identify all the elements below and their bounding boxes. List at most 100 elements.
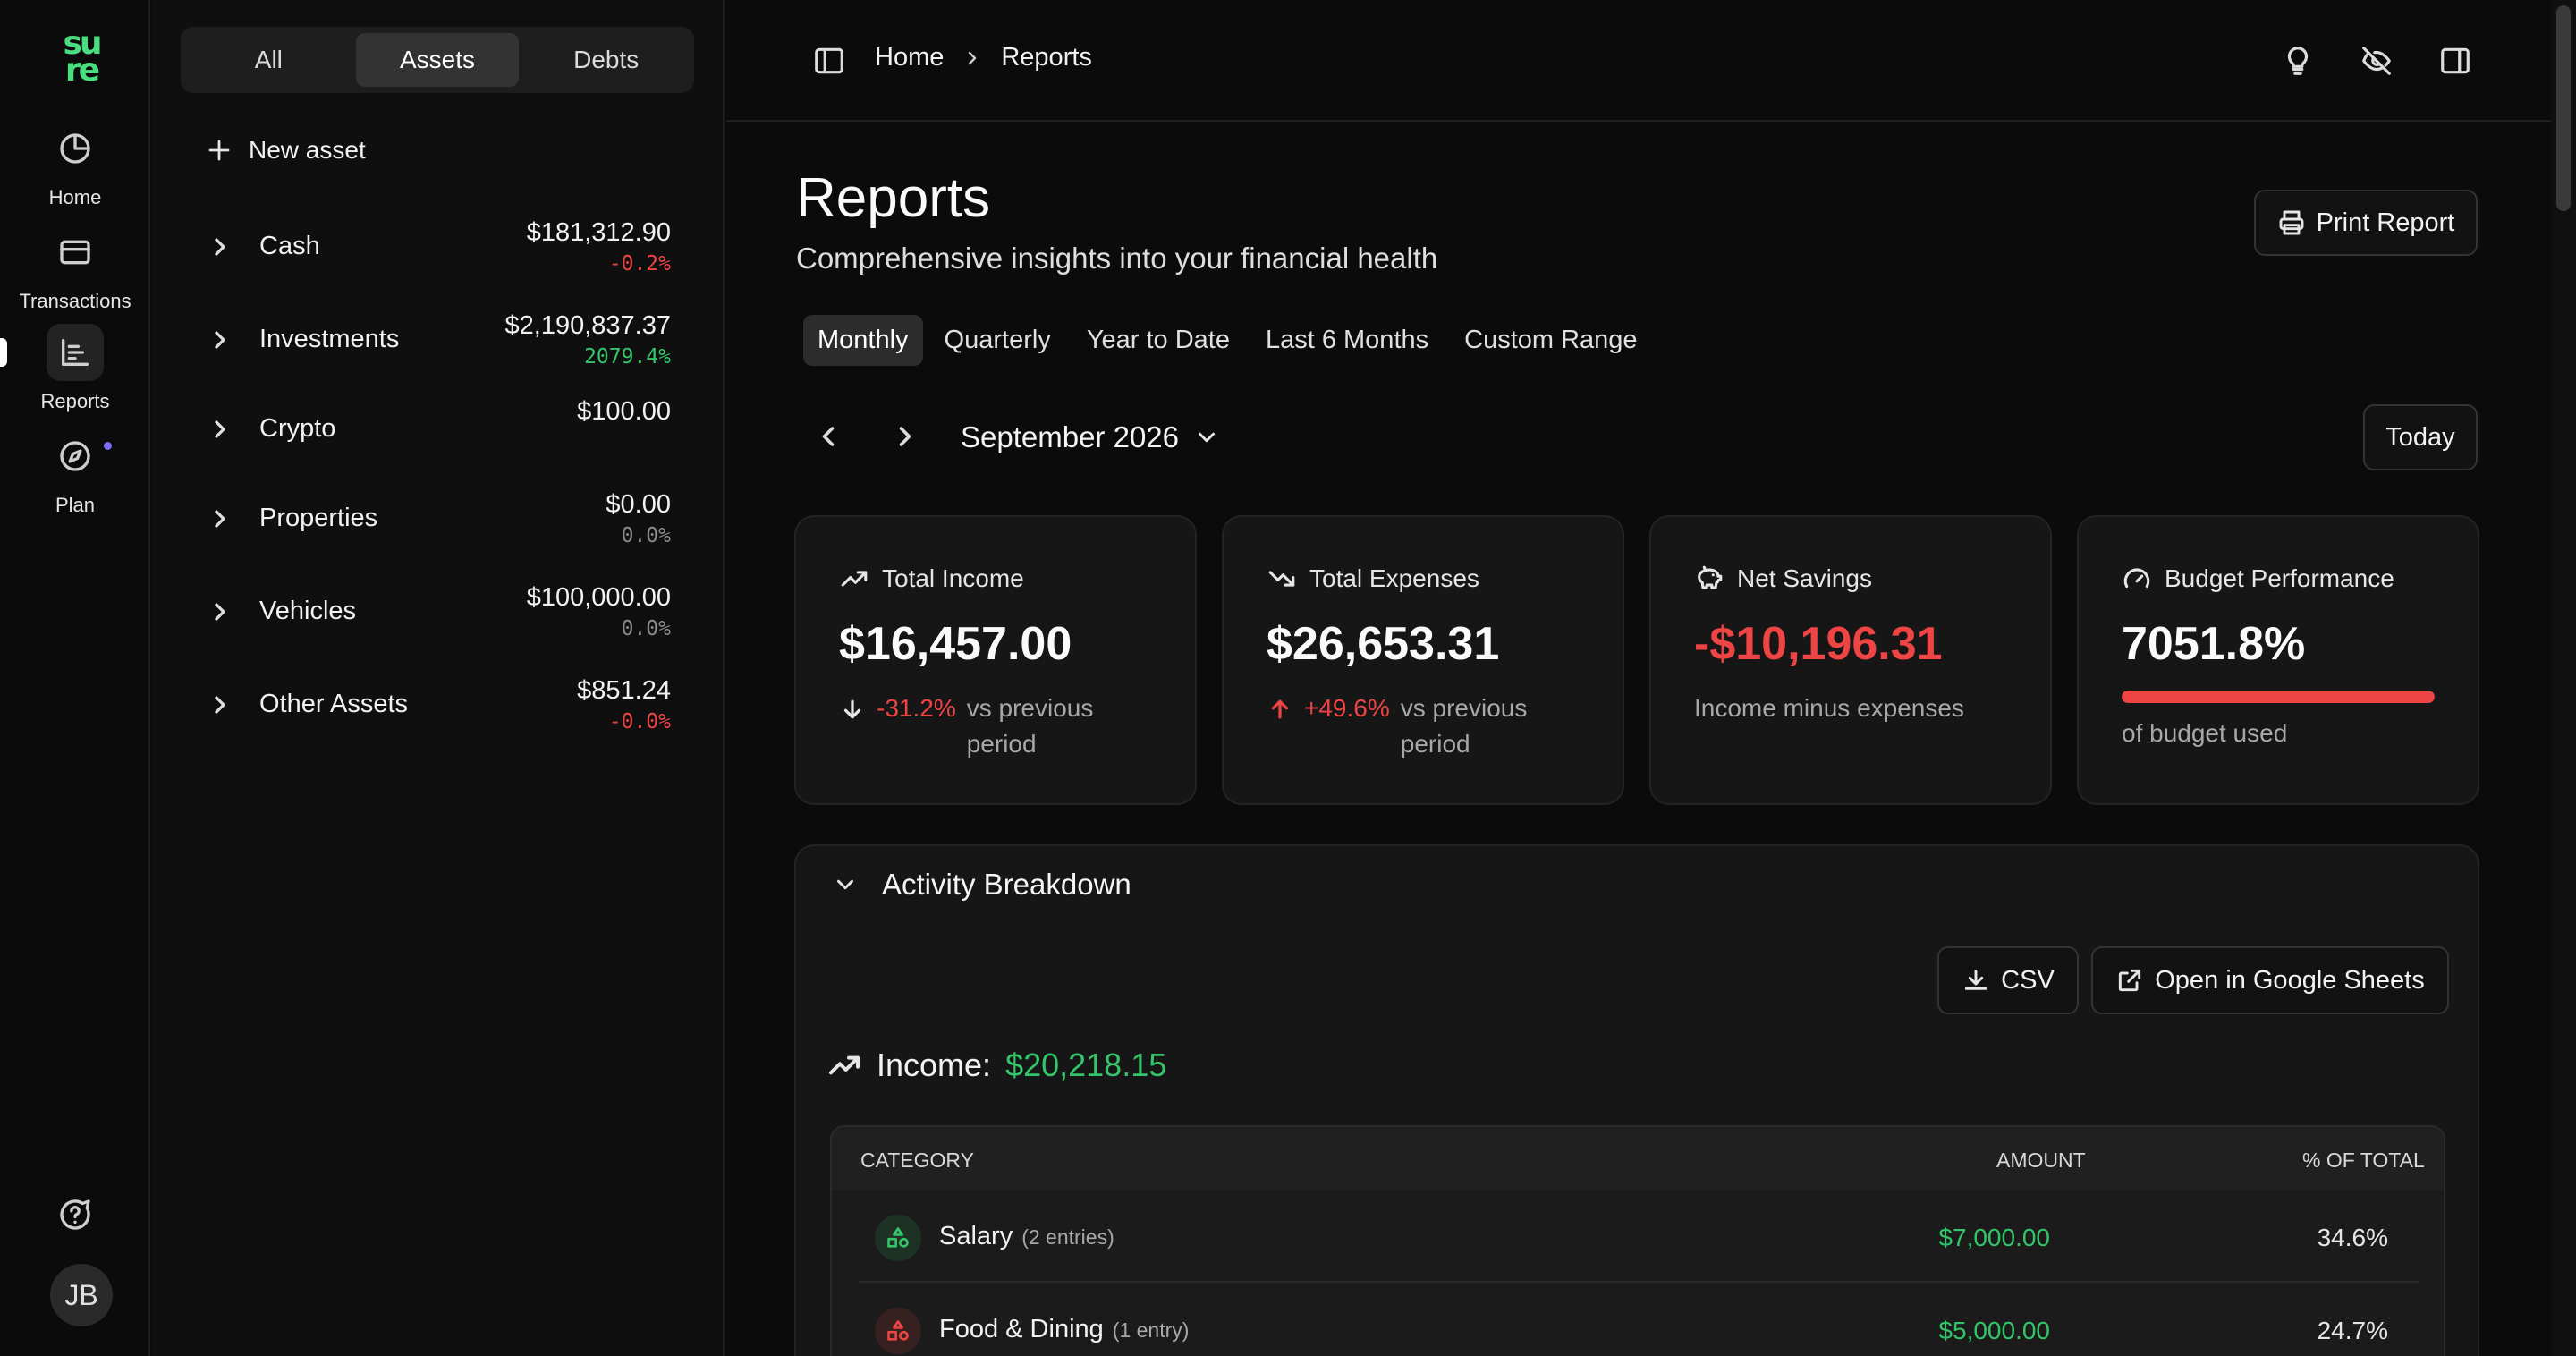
period-monthly[interactable]: Monthly xyxy=(803,315,923,366)
chevron-right-icon xyxy=(899,427,911,446)
activity-breakdown-toggle[interactable]: Activity Breakdown xyxy=(832,868,1131,902)
chevron-right-icon[interactable] xyxy=(206,691,234,719)
trend-note: vs previous period xyxy=(1400,694,1528,758)
csv-export-button[interactable]: CSV xyxy=(1937,946,2079,1014)
chevron-right-icon xyxy=(969,51,977,64)
next-period-button[interactable] xyxy=(889,420,925,456)
table-row[interactable]: Salary (2 entries) $7,000.00 34.6% xyxy=(859,1190,2419,1283)
chevron-right-icon[interactable] xyxy=(206,504,234,533)
eye-off-icon[interactable] xyxy=(2356,40,2397,81)
trend-change: +49.6% xyxy=(1304,694,1390,722)
account-filter-tabs: All Assets Debts xyxy=(181,27,694,93)
account-group-row[interactable]: Vehicles $100,000.00 0.0% xyxy=(206,576,671,648)
category-label: Food & Dining xyxy=(939,1315,1104,1343)
account-group-change: 0.0% xyxy=(621,524,671,547)
table-row[interactable]: Food & Dining (1 entry) $5,000.00 24.7% xyxy=(859,1283,2419,1356)
account-group-value: $181,312.90 xyxy=(526,218,671,247)
income-summary: Income: $20,218.15 xyxy=(826,1047,1166,1084)
trend-indicator: +49.6% vs previous period xyxy=(1267,691,1553,762)
new-asset-label: New asset xyxy=(249,136,366,164)
chevron-right-icon[interactable] xyxy=(206,415,234,444)
column-category[interactable]: CATEGORY xyxy=(860,1148,974,1173)
column-percent[interactable]: % OF TOTAL xyxy=(2302,1148,2425,1173)
avatar[interactable]: JB xyxy=(50,1264,113,1326)
page-title: Reports xyxy=(796,167,991,229)
category-amount: $5,000.00 xyxy=(1938,1317,2050,1344)
credit-card-icon xyxy=(47,224,104,281)
account-group-row[interactable]: Cash $181,312.90 -0.2% xyxy=(206,211,671,283)
rail-item-transactions[interactable]: Transactions xyxy=(0,224,150,313)
budget-progress-bar xyxy=(2122,691,2435,703)
account-group-name: Cash xyxy=(259,232,320,260)
period-last-6-months[interactable]: Last 6 Months xyxy=(1251,315,1443,366)
account-group-row[interactable]: Other Assets $851.24 -0.0% xyxy=(206,669,671,741)
card-label: Net Savings xyxy=(1737,564,1872,592)
plus-icon xyxy=(208,140,230,161)
rail-label: Home xyxy=(48,186,102,208)
account-group-change: 2079.4% xyxy=(584,345,671,369)
rail-item-home[interactable]: Home xyxy=(0,120,150,209)
tab-all[interactable]: All xyxy=(187,33,351,87)
card-header: Budget Performance xyxy=(2122,564,2394,594)
sheets-label: Open in Google Sheets xyxy=(2155,965,2425,995)
lightbulb-icon[interactable] xyxy=(2277,40,2318,81)
brand-logo[interactable]: su re xyxy=(48,28,114,89)
account-group-value: $851.24 xyxy=(577,676,671,705)
budget-performance-card: Budget Performance 7051.8% of budget use… xyxy=(2077,515,2479,805)
prev-period-button[interactable] xyxy=(812,420,848,456)
category-percent: 24.7% xyxy=(2317,1317,2388,1344)
tab-assets[interactable]: Assets xyxy=(355,33,520,87)
rail-item-plan[interactable]: Plan xyxy=(0,428,150,517)
help-button[interactable] xyxy=(0,1186,150,1243)
bar-chart-icon xyxy=(47,324,104,381)
open-google-sheets-button[interactable]: Open in Google Sheets xyxy=(2091,946,2449,1014)
income-category-table: CATEGORY AMOUNT % OF TOTAL Salary (2 entr… xyxy=(830,1125,2445,1356)
chevron-right-icon[interactable] xyxy=(206,597,234,626)
account-group-row[interactable]: Crypto $100.00 xyxy=(206,394,671,465)
piggy-bank-icon xyxy=(1698,565,1723,589)
new-asset-button[interactable]: New asset xyxy=(206,136,366,165)
rail-label: Transactions xyxy=(19,290,131,312)
category-label: Salary xyxy=(939,1222,1013,1250)
card-note: of budget used xyxy=(2122,719,2288,747)
right-panel-toggle-icon[interactable] xyxy=(2435,40,2476,81)
account-group-row[interactable]: Investments $2,190,837.37 2079.4% xyxy=(206,304,671,376)
breadcrumb-current: Reports xyxy=(1001,43,1092,72)
chevron-right-icon[interactable] xyxy=(206,326,234,354)
notification-dot xyxy=(104,442,112,450)
account-group-change: -0.0% xyxy=(608,710,671,733)
account-group-row[interactable]: Properties $0.00 0.0% xyxy=(206,483,671,555)
chevron-right-icon[interactable] xyxy=(206,233,234,261)
period-tabs: Monthly Quarterly Year to Date Last 6 Mo… xyxy=(803,315,1652,366)
account-group-name: Crypto xyxy=(259,414,336,443)
today-button[interactable]: Today xyxy=(2363,404,2478,470)
category-shapes-icon xyxy=(875,1215,921,1261)
sidebar-toggle-icon[interactable] xyxy=(809,40,850,81)
card-value: $16,457.00 xyxy=(839,618,1072,670)
column-amount[interactable]: AMOUNT xyxy=(1996,1148,2086,1173)
card-value: 7051.8% xyxy=(2122,618,2306,670)
rail-label: Reports xyxy=(40,390,110,412)
period-quarterly[interactable]: Quarterly xyxy=(930,315,1065,366)
period-custom-range[interactable]: Custom Range xyxy=(1450,315,1651,366)
breadcrumb-home[interactable]: Home xyxy=(875,43,944,72)
print-report-button[interactable]: Print Report xyxy=(2254,190,2478,256)
arrow-up-icon xyxy=(1271,699,1289,719)
accounts-sidebar: All Assets Debts New asset Cash $181,312.… xyxy=(152,0,724,1356)
scrollbar-thumb[interactable] xyxy=(2556,5,2571,211)
total-income-card: Total Income $16,457.00 -31.2% vs previo… xyxy=(794,515,1197,805)
csv-label: CSV xyxy=(2001,965,2055,995)
breadcrumb: Home Reports xyxy=(875,43,1092,72)
table-header: CATEGORY AMOUNT % OF TOTAL xyxy=(832,1127,2444,1190)
category-entries: (2 entries) xyxy=(1021,1225,1114,1249)
download-icon xyxy=(1965,969,1987,990)
month-picker[interactable]: September 2026 xyxy=(961,420,1220,454)
tab-debts[interactable]: Debts xyxy=(524,33,688,87)
period-ytd[interactable]: Year to Date xyxy=(1072,315,1244,366)
category-name: Salary (2 entries) xyxy=(939,1222,1114,1251)
print-report-label: Print Report xyxy=(2316,208,2455,237)
card-note: Income minus expenses xyxy=(1694,694,1964,722)
rail-item-reports[interactable]: Reports xyxy=(0,324,150,413)
card-header: Total Income xyxy=(839,564,1024,594)
activity-breakdown-panel: Activity Breakdown CSV Open in Google Sh… xyxy=(794,844,2479,1356)
